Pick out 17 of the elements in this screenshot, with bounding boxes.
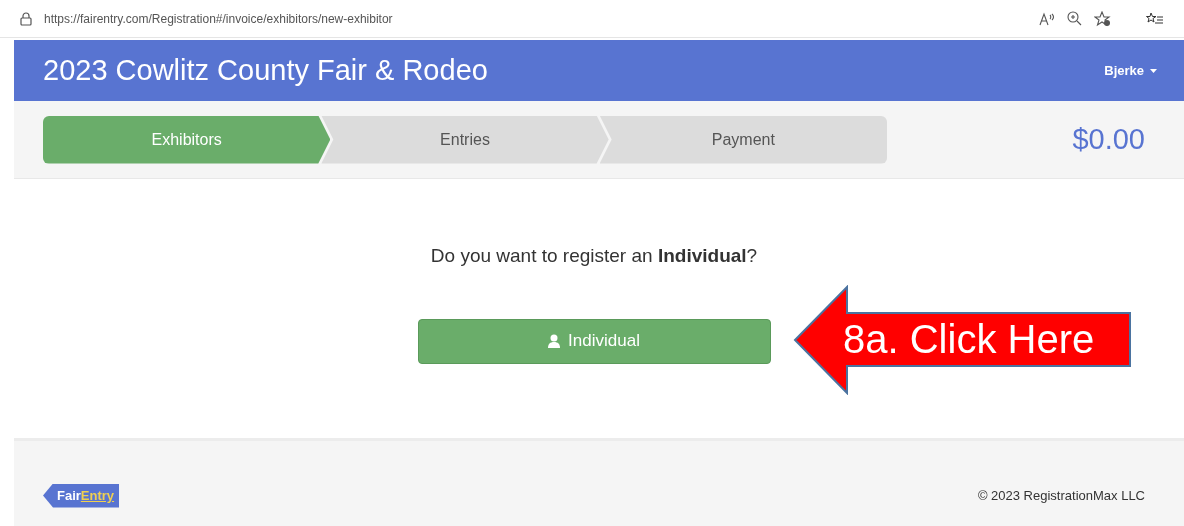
question-text: Do you want to register an Individual? [430, 244, 758, 268]
step-tab[interactable]: Payment [599, 115, 887, 164]
lock-icon [20, 11, 32, 26]
favorites-icon[interactable] [1146, 11, 1164, 26]
zoom-icon[interactable] [1067, 11, 1082, 26]
person-icon [548, 334, 561, 348]
callout-text: 8a. Click Here [843, 316, 1095, 363]
fair-title: 2023 Cowlitz County Fair & Rodeo [43, 52, 488, 88]
read-aloud-icon[interactable] [1039, 11, 1055, 26]
fairentry-logo: FairEntry [43, 483, 120, 508]
favorite-icon[interactable] [1094, 10, 1112, 27]
step-tab[interactable]: Entries [321, 115, 609, 164]
user-menu[interactable]: Bjerke [1104, 60, 1157, 81]
total-amount: $0.00 [1072, 121, 1145, 157]
address-bar[interactable]: https://fairentry.com/Registration#/invoice/exhibitors/new-exhibitor [44, 9, 393, 28]
caret-icon [1150, 68, 1157, 73]
copyright-text: © 2023 RegistrationMax LLC [977, 486, 1145, 505]
